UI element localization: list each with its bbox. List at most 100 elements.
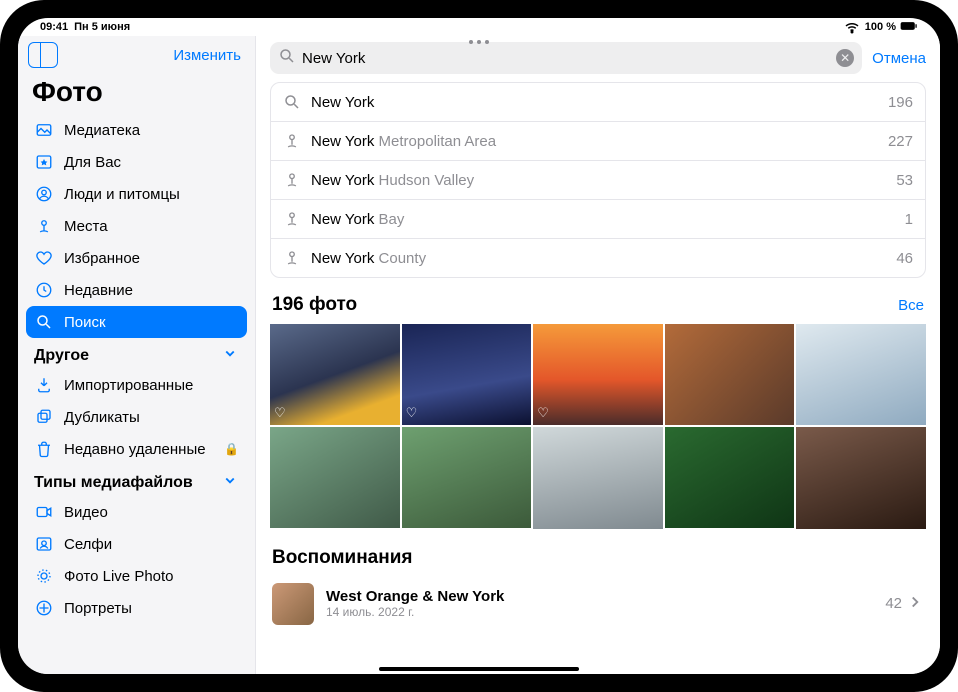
- sidebar-item-portraits[interactable]: Портреты: [26, 592, 247, 624]
- clock-icon: [34, 280, 54, 300]
- sidebar-item-label: Люди и питомцы: [64, 186, 180, 203]
- photo-thumb[interactable]: ♡: [270, 324, 400, 425]
- pin-icon: [34, 216, 54, 236]
- memories-title: Воспоминания: [272, 547, 924, 569]
- sidebar-item-label: Места: [64, 218, 108, 235]
- selfie-icon: [34, 534, 54, 554]
- sidebar-item-label: Импортированные: [64, 377, 193, 394]
- favorite-icon: ♡: [537, 405, 549, 421]
- suggestions-list: New York 196 New York Metropolitan Area …: [270, 82, 926, 278]
- memory-thumb: [272, 583, 314, 625]
- sidebar: Изменить Фото Медиатека Для Вас Люди и п…: [18, 36, 256, 674]
- sidebar-item-recents[interactable]: Недавние: [26, 274, 247, 306]
- cancel-button[interactable]: Отмена: [872, 50, 926, 67]
- pin-icon: [283, 249, 301, 267]
- photo-thumb[interactable]: [402, 427, 532, 528]
- sidebar-item-label: Медиатека: [64, 122, 140, 139]
- photo-thumb[interactable]: ♡: [402, 324, 532, 425]
- lock-icon: 🔒: [224, 442, 239, 456]
- device-frame: 09:41 Пн 5 июня 100 % Изменить Фото: [0, 0, 958, 692]
- sidebar-item-places[interactable]: Места: [26, 210, 247, 242]
- photo-thumb[interactable]: [665, 324, 795, 425]
- sidebar-item-label: Портреты: [64, 600, 132, 617]
- suggestion-count: 196: [888, 94, 913, 111]
- suggestion-text: New York Bay: [311, 211, 895, 228]
- section-other[interactable]: Другое: [26, 338, 247, 369]
- suggestion-count: 46: [896, 250, 913, 267]
- memory-row[interactable]: West Orange & New York 14 июль. 2022 г. …: [270, 575, 926, 633]
- photo-thumb[interactable]: ♡: [533, 324, 663, 425]
- favorite-icon: ♡: [274, 405, 286, 421]
- sidebar-item-people[interactable]: Люди и питомцы: [26, 178, 247, 210]
- status-time: 09:41: [40, 21, 68, 33]
- import-icon: [34, 375, 54, 395]
- heart-icon: [34, 248, 54, 268]
- livephoto-icon: [34, 566, 54, 586]
- see-all-button[interactable]: Все: [898, 297, 924, 314]
- chevron-down-icon: [221, 471, 239, 494]
- sidebar-item-label: Дубликаты: [64, 409, 140, 426]
- sidebar-item-label: Селфи: [64, 536, 112, 553]
- clear-icon[interactable]: ✕: [836, 49, 854, 67]
- suggestion-row[interactable]: New York 196: [271, 83, 925, 122]
- sidebar-item-label: Избранное: [64, 250, 140, 267]
- sidebar-item-label: Поиск: [64, 314, 106, 331]
- battery-text: 100 %: [865, 21, 896, 33]
- sidebar-item-imported[interactable]: Импортированные: [26, 369, 247, 401]
- suggestion-text: New York: [311, 94, 878, 111]
- trash-icon: [34, 439, 54, 459]
- sidebar-item-library[interactable]: Медиатека: [26, 114, 247, 146]
- sidebar-item-label: Видео: [64, 504, 108, 521]
- search-icon: [34, 312, 54, 332]
- person-icon: [34, 184, 54, 204]
- portrait-icon: [34, 598, 54, 618]
- pin-icon: [283, 132, 301, 150]
- home-indicator[interactable]: [379, 667, 579, 671]
- screen: 09:41 Пн 5 июня 100 % Изменить Фото: [18, 18, 940, 674]
- suggestion-row[interactable]: New York Hudson Valley 53: [271, 161, 925, 200]
- chevron-down-icon: [221, 344, 239, 367]
- sidebar-item-selfies[interactable]: Селфи: [26, 528, 247, 560]
- photo-grid: ♡ ♡ ♡: [270, 324, 926, 529]
- sidebar-item-videos[interactable]: Видео: [26, 496, 247, 528]
- foryou-icon: [34, 152, 54, 172]
- search-field[interactable]: ✕: [270, 42, 862, 74]
- section-types[interactable]: Типы медиафайлов: [26, 465, 247, 496]
- photo-thumb[interactable]: [665, 427, 795, 528]
- suggestion-row[interactable]: New York County 46: [271, 239, 925, 277]
- memory-count: 42: [885, 593, 924, 615]
- pin-icon: [283, 210, 301, 228]
- main: ✕ Отмена New York 196 New York Metropoli…: [256, 36, 940, 674]
- sidebar-item-search[interactable]: Поиск: [26, 306, 247, 338]
- sidebar-item-label: Недавние: [64, 282, 133, 299]
- library-icon: [34, 120, 54, 140]
- sidebar-item-duplicates[interactable]: Дубликаты: [26, 401, 247, 433]
- photo-thumb[interactable]: [533, 427, 663, 528]
- suggestion-text: New York Hudson Valley: [311, 172, 886, 189]
- multitask-icon[interactable]: [469, 40, 489, 44]
- sidebar-item-livephoto[interactable]: Фото Live Photo: [26, 560, 247, 592]
- memory-subtitle: 14 июль. 2022 г.: [326, 605, 873, 619]
- search-input[interactable]: [302, 50, 830, 67]
- suggestion-row[interactable]: New York Bay 1: [271, 200, 925, 239]
- suggestion-row[interactable]: New York Metropolitan Area 227: [271, 122, 925, 161]
- suggestion-count: 53: [896, 172, 913, 189]
- search-icon: [283, 93, 301, 111]
- sidebar-item-deleted[interactable]: Недавно удаленные 🔒: [26, 433, 247, 465]
- status-date: Пн 5 июня: [74, 21, 130, 33]
- sidebar-item-label: Для Вас: [64, 154, 121, 171]
- favorite-icon: ♡: [406, 405, 418, 421]
- app-title: Фото: [18, 72, 255, 114]
- sidebar-item-foryou[interactable]: Для Вас: [26, 146, 247, 178]
- suggestion-count: 227: [888, 133, 913, 150]
- wifi-icon: [843, 18, 861, 38]
- suggestion-text: New York County: [311, 250, 886, 267]
- chevron-right-icon: [906, 593, 924, 615]
- photo-thumb[interactable]: [796, 427, 926, 528]
- edit-button[interactable]: Изменить: [173, 47, 241, 64]
- photo-thumb[interactable]: [270, 427, 400, 528]
- sidebar-toggle-icon[interactable]: [28, 42, 58, 68]
- photo-thumb[interactable]: [796, 324, 926, 425]
- battery-icon: [900, 18, 918, 38]
- sidebar-item-favorites[interactable]: Избранное: [26, 242, 247, 274]
